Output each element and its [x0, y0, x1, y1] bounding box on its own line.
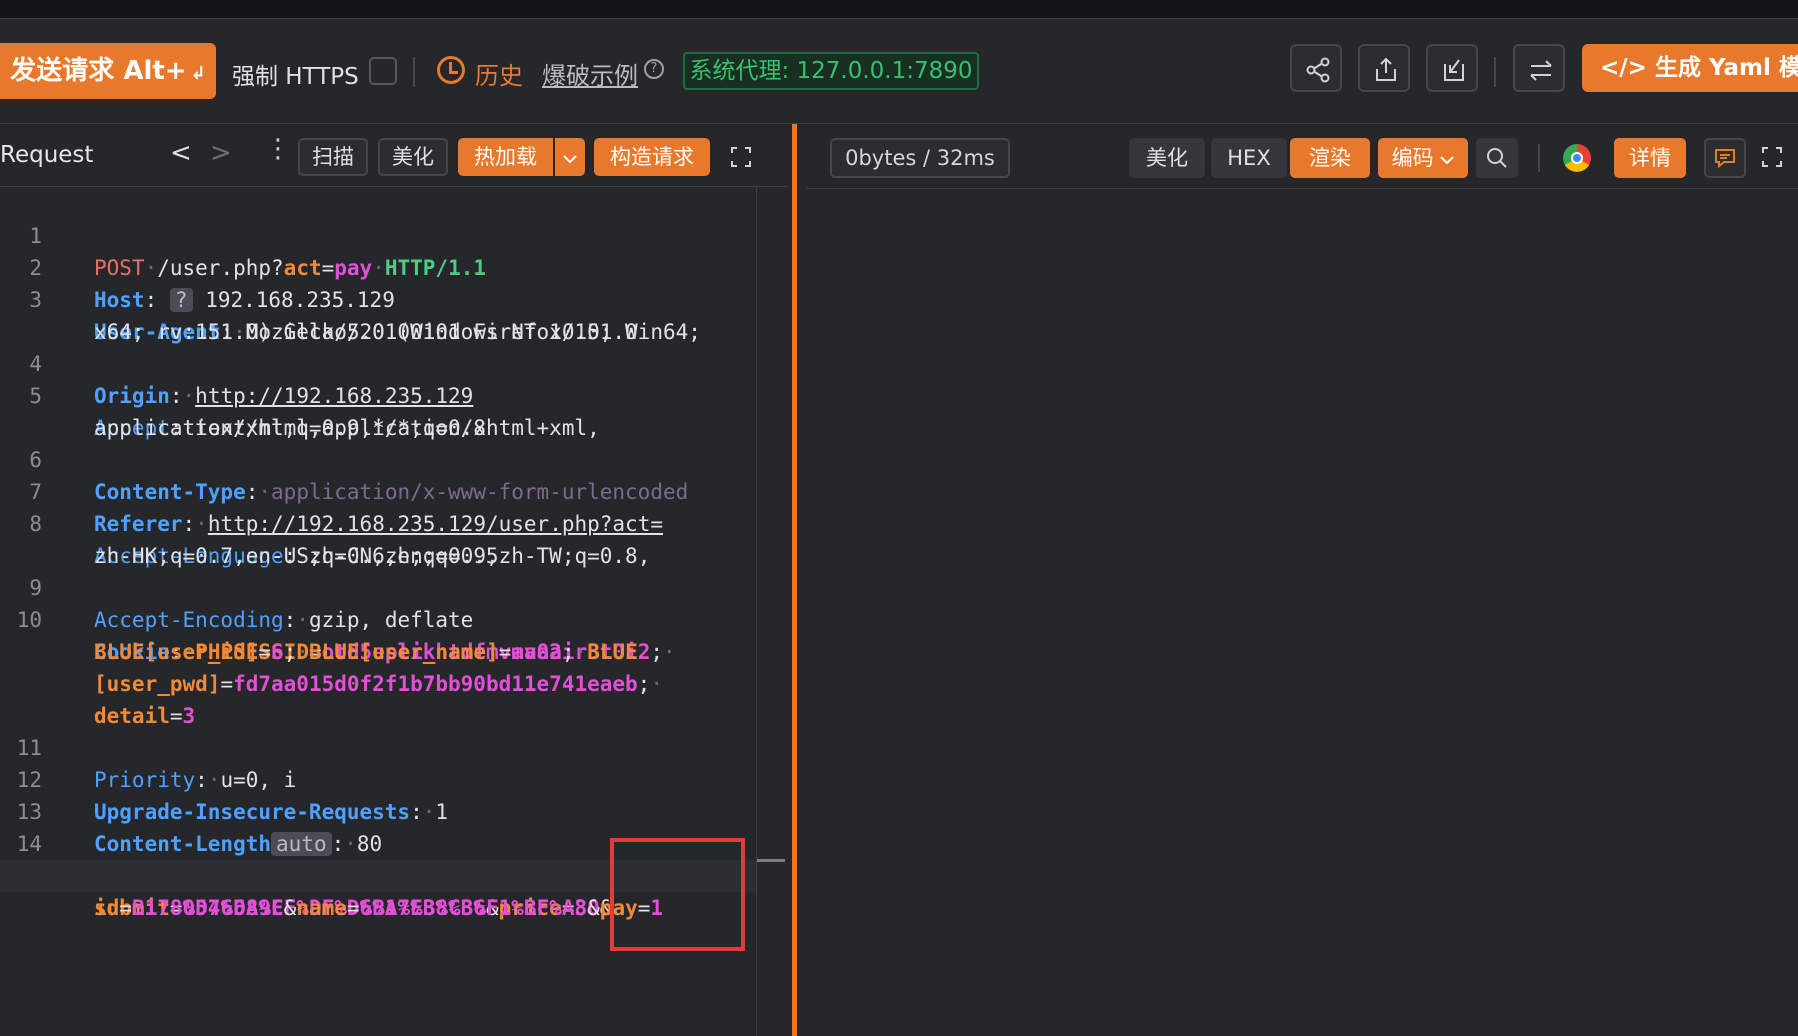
hot-load-button[interactable]: 热加载 — [458, 138, 553, 176]
chrome-browser-icon[interactable] — [1563, 144, 1591, 172]
expand-icon[interactable] — [1761, 146, 1783, 168]
code-icon: </> — [1600, 55, 1647, 81]
back-arrow-icon[interactable]: < — [170, 138, 192, 168]
toolbar-divider — [1494, 57, 1496, 87]
code-line: 4 Origin:·http://192.168.235.129 — [29, 352, 474, 408]
details-button[interactable]: 详情 — [1614, 138, 1686, 178]
code-line: 9 Accept-Encoding:·gzip, deflate — [29, 576, 474, 632]
expand-icon[interactable] — [730, 146, 752, 168]
code-line: 8 Accept-Language:·zh-CN,zh;q=0.9,zh-TW;… — [29, 512, 651, 568]
code-line: x64; rv:151.0) Gecko/20100101 Firefox/15… — [94, 320, 638, 344]
main-toolbar: 发送请求 Alt+ ↲ 强制 HTTPS 历史 爆破示例 ? 系统代理: 127.… — [0, 19, 1798, 124]
code-line: 13 Content-Length auto:·80 — [16, 800, 383, 856]
code-line: BLUE[user_id]=6;·BLUE[user_name]=aaaa;·B… — [94, 640, 638, 664]
send-request-label: 发送请求 Alt+ — [10, 56, 187, 86]
code-line: [user_pwd]=fd7aa015d0f2f1b7bb90bd11e741e… — [94, 672, 663, 696]
editor-scrollbar-track[interactable] — [756, 186, 757, 1036]
render-button[interactable]: 渲染 — [1290, 138, 1370, 178]
enter-arrow-icon: ↲ — [190, 63, 206, 84]
code-line: 11 Priority:·u=0, i — [16, 736, 297, 792]
encode-dropdown[interactable]: 编码 — [1378, 138, 1468, 178]
hex-button[interactable]: HEX — [1211, 138, 1287, 178]
history-button[interactable]: 历史 — [475, 56, 523, 91]
code-line: application/xml;q=0.9,*/*;q=0.8 — [94, 416, 486, 440]
encode-label: 编码 — [1391, 146, 1434, 170]
beautify-button[interactable]: 美化 — [378, 138, 448, 176]
window-top-strip — [0, 0, 1798, 19]
code-line: 7 Referer:·http://192.168.235.129/user.p… — [29, 480, 663, 536]
clock-icon[interactable] — [437, 56, 465, 84]
force-https-checkbox[interactable] — [369, 57, 397, 85]
help-icon[interactable]: ? — [644, 59, 664, 79]
share-button[interactable] — [1290, 44, 1342, 92]
response-header: 0bytes / 32ms 美化 HEX 渲染 编码 详情 — [806, 124, 1798, 189]
build-request-button[interactable]: 构造请求 — [594, 138, 710, 176]
code-line: 3 User-Agent:·Mozilla/5.0 (Windows NT 10… — [29, 288, 701, 344]
forward-arrow-icon[interactable]: > — [210, 138, 232, 168]
request-header: Request < > ⋮ 扫描 美化 热加载 构造请求 — [0, 124, 788, 187]
code-line: 12 Upgrade-Insecure-Requests:·1 — [16, 768, 449, 824]
generate-yaml-button[interactable]: </> 生成 Yaml 模板 — [1582, 44, 1798, 92]
chevron-down-icon — [1440, 156, 1455, 165]
export-icon — [1376, 57, 1396, 81]
request-pane: Request < > ⋮ 扫描 美化 热加载 构造请求 1 POST·/use… — [0, 124, 788, 1036]
code-line: 14 — [16, 832, 42, 856]
export-button[interactable] — [1358, 44, 1410, 92]
pane-resize-handle[interactable] — [792, 124, 797, 1036]
response-beautify-button[interactable]: 美化 — [1129, 138, 1205, 178]
code-line: 5 Accept:·text/html,application/xhtml+xm… — [29, 384, 600, 440]
system-proxy-badge[interactable]: 系统代理: 127.0.0.1:7890 — [683, 52, 979, 90]
import-button[interactable] — [1426, 44, 1478, 92]
code-line: 2 Host: ? 192.168.235.129 — [29, 256, 395, 312]
share-icon — [1306, 57, 1330, 83]
editor-scroll-marker — [757, 859, 785, 862]
blast-example-link[interactable]: 爆破示例 — [542, 56, 638, 91]
code-line: 6 Content-Type:·application/x-www-form-u… — [29, 448, 689, 504]
scan-button[interactable]: 扫描 — [298, 138, 368, 176]
search-icon — [1487, 148, 1507, 168]
hot-load-dropdown[interactable] — [555, 138, 585, 176]
code-line: detail=3 — [94, 704, 196, 728]
header-divider — [1538, 144, 1540, 172]
force-https-label: 强制 HTTPS — [232, 64, 359, 90]
chevron-down-icon — [563, 155, 577, 164]
more-menu-icon[interactable]: ⋮ — [265, 134, 291, 164]
response-body[interactable] — [806, 189, 1798, 1036]
request-title: Request — [0, 142, 94, 168]
swap-button[interactable] — [1513, 44, 1565, 92]
generate-yaml-label: 生成 Yaml 模板 — [1654, 55, 1798, 81]
annotation-highlight-box — [610, 838, 745, 951]
response-stats: 0bytes / 32ms — [830, 138, 1010, 178]
search-button[interactable] — [1476, 138, 1518, 178]
import-icon — [1444, 59, 1464, 81]
code-line: 1 POST·/user.php?act=pay·HTTP/1.1 — [29, 224, 487, 280]
code-line: zh-HK;q=0.7,en-US;q=0.6,en;q=0.5 — [94, 544, 499, 568]
code-line: 10 Cookie:·PHPSESSID=otd5eplikhtdfmvmv02… — [16, 608, 676, 664]
comment-button[interactable] — [1704, 138, 1746, 178]
response-pane: 0bytes / 32ms 美化 HEX 渲染 编码 详情 — [806, 124, 1798, 1036]
swap-icon — [1530, 60, 1552, 81]
comment-icon — [1715, 149, 1735, 169]
toolbar-divider — [413, 57, 415, 87]
send-request-button[interactable]: 发送请求 Alt+ ↲ — [0, 43, 216, 99]
